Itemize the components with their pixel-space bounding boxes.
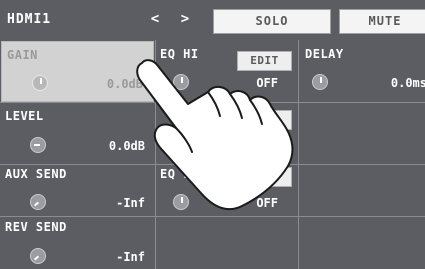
level-label: LEVEL	[5, 109, 44, 123]
eq-mid-edit-button[interactable]: EDIT	[237, 110, 292, 130]
eq-lo-value: OFF	[256, 196, 278, 210]
aux-send-label: AUX SEND	[5, 167, 67, 181]
gain-label: GAIN	[7, 48, 38, 62]
eq-hi-cell[interactable]: EQ HI EDIT OFF	[156, 40, 298, 102]
mute-button[interactable]: MUTE	[339, 9, 425, 34]
knob-icon	[312, 74, 328, 90]
eq-hi-label: EQ HI	[160, 47, 199, 61]
rev-send-value: -Inf	[116, 250, 145, 264]
gain-value: 0.0dB	[106, 77, 143, 91]
aux-send-cell[interactable]: AUX SEND -Inf	[0, 165, 155, 216]
knob-icon	[173, 74, 189, 90]
eq-hi-edit-button[interactable]: EDIT	[237, 51, 292, 71]
gain-cell[interactable]: GAIN 0.0dB	[1, 41, 154, 102]
prev-channel-button[interactable]: <	[146, 9, 164, 29]
eq-mid-value: OFF	[256, 139, 278, 153]
rev-send-cell[interactable]: REV SEND -Inf	[0, 217, 155, 269]
level-value: 0.0dB	[108, 139, 145, 153]
eq-hi-value: OFF	[256, 76, 278, 90]
delay-cell[interactable]: DELAY 0.0ms	[299, 40, 425, 102]
knob-icon	[30, 137, 46, 153]
delay-value: 0.0ms	[390, 76, 425, 90]
level-cell[interactable]: LEVEL 0.0dB	[0, 103, 155, 164]
empty-cell	[299, 165, 425, 216]
delay-label: DELAY	[305, 47, 344, 61]
channel-header: HDMI1 < > SOLO MUTE	[0, 0, 425, 40]
parameter-grid: GAIN 0.0dB LEVEL 0.0dB AUX SEND -Inf REV…	[0, 40, 425, 269]
eq-lo-label: EQ LO	[160, 167, 199, 181]
knob-icon	[30, 194, 46, 210]
next-channel-button[interactable]: >	[176, 9, 194, 29]
empty-cell	[299, 103, 425, 164]
empty-cell	[299, 217, 425, 269]
rev-send-label: REV SEND	[5, 220, 67, 234]
channel-name: HDMI1	[7, 12, 52, 27]
knob-icon	[173, 137, 189, 153]
eq-lo-cell[interactable]: EQ LO EDIT OFF	[156, 165, 298, 216]
knob-icon	[173, 194, 189, 210]
eq-mid-cell[interactable]: EDIT OFF	[156, 103, 298, 164]
mixer-screen: HDMI1 < > SOLO MUTE GAIN 0.0dB LEVEL 0.0…	[0, 0, 425, 269]
eq-lo-edit-button[interactable]: EDIT	[237, 167, 292, 187]
solo-button[interactable]: SOLO	[213, 9, 331, 34]
aux-send-value: -Inf	[116, 196, 145, 210]
knob-icon	[30, 248, 46, 264]
knob-icon	[32, 75, 48, 91]
empty-cell	[156, 217, 298, 269]
